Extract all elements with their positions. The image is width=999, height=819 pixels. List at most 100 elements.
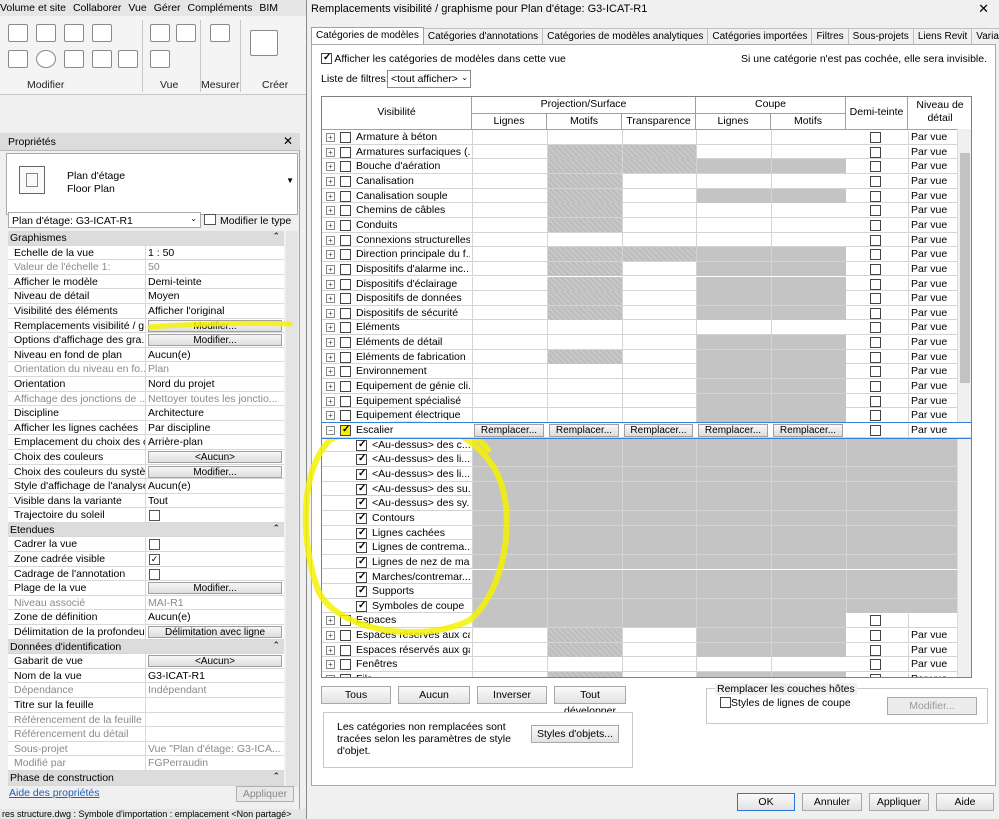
category-row[interactable]: + Conduits Par vue [322,217,971,233]
create-icon[interactable] [250,30,278,56]
visibility-checkbox[interactable] [340,234,351,246]
property-value[interactable]: Demi-teinte [148,276,284,288]
halftone-checkbox[interactable] [870,161,881,173]
subcategory-row[interactable]: Lignes de nez de ma... [322,554,971,570]
override-cell[interactable] [622,261,696,276]
override-cell[interactable] [472,247,547,262]
override-cell[interactable] [622,335,696,350]
header-cut-patterns[interactable]: Motifs [771,114,846,130]
checkbox[interactable] [720,697,731,708]
override-cell[interactable] [547,335,622,350]
expand-icon[interactable]: + [326,382,335,392]
cancel-button[interactable]: Annuler [802,793,862,811]
override-cell[interactable] [472,188,547,203]
expand-icon[interactable]: + [326,338,335,348]
halftone-checkbox[interactable] [870,146,881,158]
override-cell[interactable] [771,173,846,188]
dialog-tab[interactable]: Catégories de modèles [311,27,424,44]
filter-list-select[interactable]: <tout afficher> ⌄ [387,70,471,88]
visibility-checkbox[interactable] [340,395,351,407]
header-proj-patterns[interactable]: Motifs [547,114,622,130]
header-proj-lines[interactable]: Lignes [472,114,547,130]
property-value[interactable]: Aucun(e) [148,480,284,492]
override-cell[interactable] [472,144,547,159]
expand-all-button[interactable]: Tout développer [554,686,626,717]
header-transparency[interactable]: Transparence [622,114,696,130]
visibility-checkbox[interactable] [340,205,351,217]
category-row[interactable]: + Espaces réservés aux ca... Par vue [322,628,971,644]
expand-icon[interactable]: + [326,176,335,186]
expand-icon[interactable]: + [326,250,335,260]
override-cell[interactable] [472,335,547,350]
halftone-checkbox[interactable] [870,615,881,627]
object-styles-button[interactable]: Styles d'objets... [531,725,619,743]
category-row[interactable]: + Dispositifs d'éclairage Par vue [322,276,971,292]
category-row[interactable]: + Eléments de fabrication Par vue [322,349,971,365]
visibility-checkbox[interactable] [340,263,351,275]
ribbon-tab[interactable]: Volume et site [0,0,73,14]
subcategory-row[interactable]: <Au-dessus> des c... [322,437,971,453]
override-cell[interactable] [622,130,696,144]
halftone-checkbox[interactable] [870,644,881,656]
category-row[interactable]: + Equipement de génie cli... Par vue [322,379,971,395]
property-button[interactable]: <Aucun> [148,655,282,668]
category-row[interactable]: + Dispositifs d'alarme inc... Par vue [322,261,971,277]
visibility-checkbox[interactable] [340,410,351,422]
expand-icon[interactable]: + [326,279,335,289]
halftone-checkbox[interactable] [870,630,881,642]
dialog-tab[interactable]: Catégories de modèles analytiques [542,28,709,44]
override-cell[interactable] [547,408,622,423]
halftone-checkbox[interactable] [870,366,881,378]
visibility-checkbox[interactable] [356,483,367,495]
dialog-tab[interactable]: Filtres [811,28,849,44]
visibility-checkbox[interactable] [340,219,351,231]
override-cell[interactable] [622,393,696,408]
property-value[interactable]: Par discipline [148,422,284,434]
halftone-checkbox[interactable] [870,293,881,305]
subcategory-row[interactable]: Supports [322,584,971,599]
dialog-tab[interactable]: Liens Revit [912,28,973,44]
category-row[interactable]: + Espaces [322,613,971,629]
override-cell[interactable] [547,320,622,335]
halftone-checkbox[interactable] [870,263,881,275]
halftone-checkbox[interactable] [870,322,881,334]
category-row[interactable]: + Equipement spécialisé Par vue [322,393,971,409]
category-row[interactable]: +FilsPar vue [322,672,971,677]
property-button[interactable]: <Aucun> [148,450,282,463]
expand-icon[interactable]: + [326,133,335,142]
subcategory-row[interactable]: Lignes cachées [322,525,971,541]
visibility-checkbox[interactable] [356,527,367,539]
visibility-checkbox[interactable] [340,307,351,319]
dropdown-arrow-icon[interactable]: ▼ [286,176,294,185]
halftone-checkbox[interactable] [870,190,881,202]
visibility-checkbox[interactable] [356,571,367,583]
visibility-checkbox[interactable] [340,161,351,173]
expand-icon[interactable]: + [326,675,335,677]
category-row[interactable]: + Canalisation Par vue [322,173,971,189]
visibility-checkbox[interactable] [356,439,367,451]
visibility-checkbox[interactable] [340,615,351,627]
override-cell[interactable] [547,393,622,408]
expand-icon[interactable]: + [326,645,335,655]
visibility-checkbox[interactable] [356,468,367,480]
override-cell[interactable] [771,657,846,672]
override-cell[interactable] [472,159,547,174]
properties-section[interactable]: Données d'identification ⌃ [8,639,284,655]
hide-icon[interactable] [176,24,196,42]
type-selector[interactable]: Plan d'étage Floor Plan ▼ [6,153,298,215]
override-cell[interactable] [622,232,696,247]
category-row[interactable]: + Direction principale du f... Par vue [322,247,971,263]
override-cell[interactable] [696,144,771,159]
override-cell[interactable] [622,657,696,672]
ribbon-tab[interactable]: Vue [128,0,153,14]
override-cell[interactable] [622,672,696,677]
visibility-checkbox[interactable] [356,541,367,554]
expand-icon[interactable]: + [326,220,335,230]
subcategory-row[interactable]: <Au-dessus> des li... [322,452,971,467]
rotate-icon[interactable] [36,50,56,68]
collapse-icon[interactable]: ⌃ [272,523,280,534]
visibility-checkbox[interactable] [340,337,351,349]
header-visibility[interactable]: Visibilité [322,97,472,130]
ribbon-tab[interactable]: Gérer [154,0,188,14]
category-row[interactable]: + Bouche d'aération Par vue [322,159,971,175]
